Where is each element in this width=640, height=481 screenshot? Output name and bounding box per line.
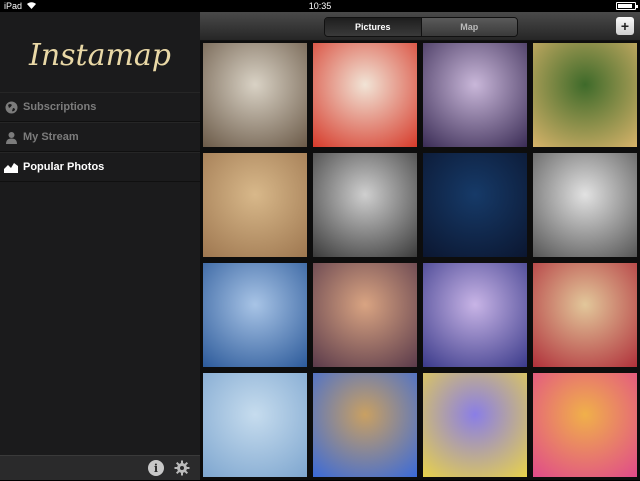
- info-icon: i: [153, 461, 159, 475]
- add-button[interactable]: +: [616, 17, 634, 35]
- sidebar-item-label: My Stream: [23, 131, 79, 143]
- settings-button[interactable]: [174, 460, 190, 476]
- toolbar: Pictures Map +: [200, 12, 640, 41]
- photo-image: [313, 373, 417, 477]
- photo-image: [203, 43, 307, 147]
- plus-icon: +: [620, 18, 630, 34]
- photo-thumbnail[interactable]: [310, 370, 420, 480]
- photo-image: [533, 153, 637, 257]
- sidebar-item-label: Subscriptions: [23, 101, 97, 113]
- photo-thumbnail[interactable]: [200, 260, 310, 370]
- photo-image: [533, 263, 637, 367]
- photo-image: [423, 43, 527, 147]
- photo-image: [533, 43, 637, 147]
- person-icon: [4, 130, 18, 144]
- photo-image: [203, 263, 307, 367]
- photo-thumbnail[interactable]: [530, 370, 640, 480]
- photo-grid: [200, 40, 640, 480]
- photo-thumbnail[interactable]: [530, 150, 640, 260]
- view-segmented-control: Pictures Map: [324, 17, 518, 37]
- photo-image: [423, 263, 527, 367]
- sidebar: Instamap Subscriptions My Stream Popular…: [0, 12, 200, 480]
- photo-thumbnail[interactable]: [200, 40, 310, 150]
- map-tab[interactable]: Map: [420, 18, 517, 36]
- sidebar-nav: Subscriptions My Stream Popular Photos: [0, 92, 200, 182]
- photo-image: [423, 373, 527, 477]
- app-logo: Instamap: [28, 38, 172, 73]
- globe-icon: [4, 100, 18, 114]
- photo-image: [423, 153, 527, 257]
- photo-thumbnail[interactable]: [420, 370, 530, 480]
- battery-icon: [616, 2, 638, 10]
- photo-thumbnail[interactable]: [200, 370, 310, 480]
- photo-thumbnail[interactable]: [200, 150, 310, 260]
- clock: 10:35: [308, 1, 332, 11]
- sidebar-item-subscriptions[interactable]: Subscriptions: [0, 92, 200, 122]
- photo-thumbnail[interactable]: [420, 150, 530, 260]
- photo-image: [203, 153, 307, 257]
- sidebar-footer: i: [0, 455, 200, 480]
- photo-thumbnail[interactable]: [530, 40, 640, 150]
- photo-thumbnail[interactable]: [310, 40, 420, 150]
- photo-image: [313, 43, 417, 147]
- photo-thumbnail[interactable]: [420, 40, 530, 150]
- sidebar-item-popular-photos[interactable]: Popular Photos: [0, 152, 200, 182]
- photo-thumbnail[interactable]: [310, 260, 420, 370]
- photo-thumbnail[interactable]: [420, 260, 530, 370]
- chart-icon: [4, 160, 18, 174]
- photo-image: [533, 373, 637, 477]
- main-content: Pictures Map +: [200, 12, 640, 480]
- photo-thumbnail[interactable]: [310, 150, 420, 260]
- gear-icon: [174, 460, 190, 480]
- photo-thumbnail[interactable]: [530, 260, 640, 370]
- sidebar-item-my-stream[interactable]: My Stream: [0, 122, 200, 152]
- pictures-tab[interactable]: Pictures: [325, 18, 421, 36]
- photo-image: [313, 263, 417, 367]
- status-bar: iPad 10:35: [0, 0, 640, 12]
- photo-image: [203, 373, 307, 477]
- sidebar-item-label: Popular Photos: [23, 161, 105, 173]
- photo-image: [313, 153, 417, 257]
- info-button[interactable]: i: [148, 460, 164, 476]
